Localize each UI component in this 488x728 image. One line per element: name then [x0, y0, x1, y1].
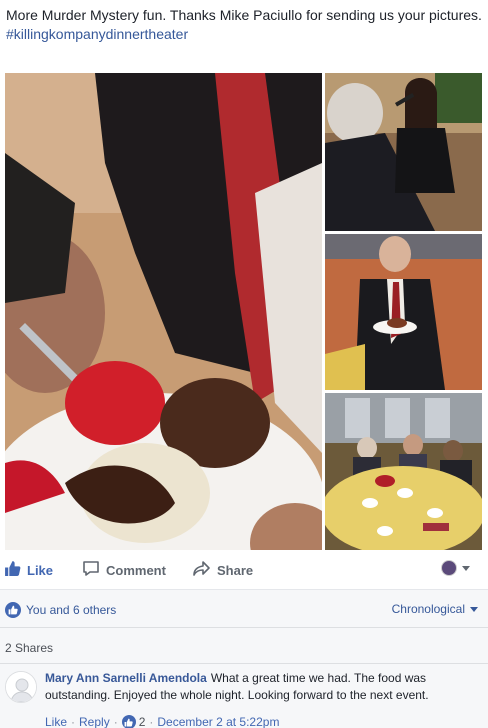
hashtag-link[interactable]: #killingkompanydinnertheater: [6, 25, 482, 44]
reactions-summary[interactable]: You and 6 others: [5, 600, 116, 620]
divider: [0, 627, 488, 628]
feedback-section: You and 6 others Chronological 2 Shares …: [0, 590, 488, 728]
comment-like-link[interactable]: Like: [45, 715, 67, 728]
comment-reply-link[interactable]: Reply: [79, 715, 110, 728]
avatar: [441, 560, 457, 576]
comment-label: Comment: [106, 562, 166, 578]
speech-bubble-icon: [82, 560, 100, 580]
share-arrow-icon: [193, 560, 211, 580]
separator-dot: ·: [113, 715, 118, 728]
photo-grid: [5, 73, 482, 550]
share-label: Share: [217, 562, 254, 578]
man-with-dessert-photo[interactable]: [325, 234, 482, 390]
comment-actions: Like · Reply · 2 · December 2 at 5:22pm: [45, 715, 279, 728]
shares-count-link[interactable]: 2 Shares: [5, 641, 53, 655]
share-button[interactable]: Share: [193, 556, 253, 584]
like-button[interactable]: Like: [4, 556, 53, 584]
dessert-closeup-photo[interactable]: [5, 73, 322, 550]
comment-order-label: Chronological: [391, 602, 465, 616]
thumbs-up-icon: [4, 560, 21, 580]
divider: [0, 663, 488, 664]
like-reaction-icon: [5, 602, 21, 618]
separator-dot: ·: [71, 715, 76, 728]
comment-like-count[interactable]: 2: [139, 715, 146, 728]
commenter-avatar[interactable]: [5, 671, 37, 703]
comment-button[interactable]: Comment: [82, 556, 166, 584]
chevron-down-icon: [470, 606, 478, 612]
dinner-table-guests-photo[interactable]: [325, 393, 482, 550]
comment-body: Mary Ann Sarnelli Amendola What a great t…: [45, 670, 483, 704]
post-as-selector[interactable]: [441, 560, 470, 576]
comment-author-link[interactable]: Mary Ann Sarnelli Amendola: [45, 671, 207, 685]
post-message-text: More Murder Mystery fun. Thanks Mike Pac…: [6, 7, 482, 23]
comment-order-dropdown[interactable]: Chronological: [392, 602, 478, 616]
post-message: More Murder Mystery fun. Thanks Mike Pac…: [6, 6, 482, 44]
reactions-text: You and 6 others: [26, 603, 117, 617]
singer-performing-photo[interactable]: [325, 73, 482, 231]
post-actions-bar: Like Comment Share: [0, 556, 488, 584]
comment-timestamp[interactable]: December 2 at 5:22pm: [157, 715, 279, 728]
like-reaction-icon: [121, 715, 136, 728]
separator-dot: ·: [149, 715, 154, 728]
chevron-down-icon: [462, 565, 470, 571]
like-label: Like: [27, 562, 54, 578]
